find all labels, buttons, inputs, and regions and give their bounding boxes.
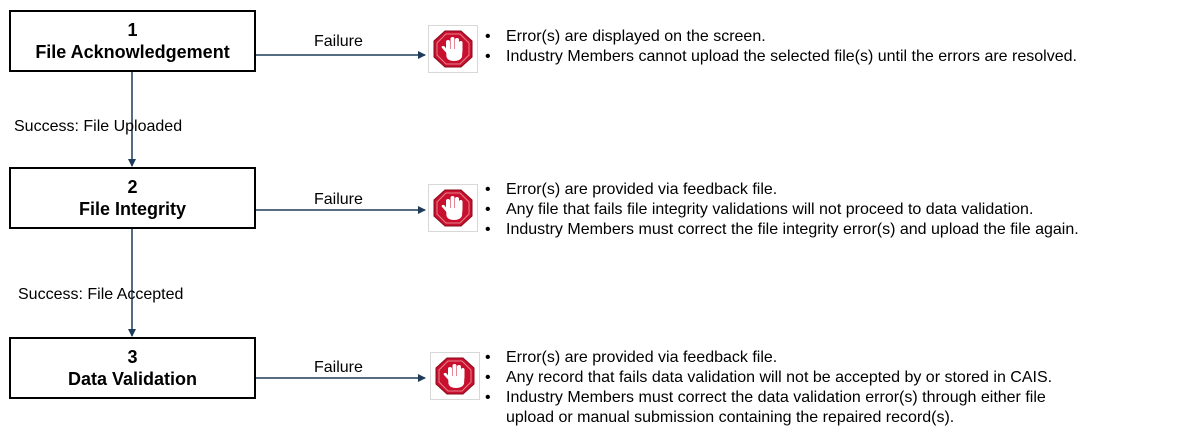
success-label-file-uploaded: Success: File Uploaded: [14, 118, 183, 135]
step-number: 1: [127, 20, 138, 40]
step-title: File Integrity: [78, 199, 186, 219]
list-item: Any file that fails file integrity valid…: [485, 200, 1079, 220]
step-title: Data Validation: [67, 369, 198, 389]
stop-hand-icon: [428, 25, 478, 73]
failure-label: Failure: [314, 191, 363, 208]
list-item: Error(s) are displayed on the screen.: [485, 27, 1077, 47]
step-box-data-validation: 3 Data Validation: [9, 337, 256, 399]
failure-details-2: Error(s) are provided via feedback file.…: [485, 180, 1079, 240]
list-item: Error(s) are provided via feedback file.: [485, 348, 1052, 368]
success-label-file-accepted: Success: File Accepted: [18, 286, 184, 303]
list-item: Any record that fails data validation wi…: [485, 368, 1052, 388]
step-title: File Acknowledgement: [35, 42, 230, 62]
failure-details-1: Error(s) are displayed on the screen. In…: [485, 27, 1077, 67]
step-box-file-integrity: 2 File Integrity: [9, 167, 256, 229]
stop-hand-icon: [430, 352, 480, 400]
list-item-continuation: upload or manual submission containing t…: [506, 409, 955, 426]
list-item: Industry Members must correct the file i…: [485, 220, 1079, 240]
list-item: Industry Members cannot upload the selec…: [485, 47, 1077, 67]
step-box-file-acknowledgement: 1 File Acknowledgement: [9, 10, 256, 72]
stop-hand-icon: [428, 184, 478, 232]
step-number: 3: [127, 347, 138, 367]
failure-label: Failure: [314, 359, 363, 376]
step-number: 2: [127, 177, 138, 197]
list-item: Industry Members must correct the data v…: [485, 388, 1052, 408]
list-item: Error(s) are provided via feedback file.: [485, 180, 1079, 200]
failure-details-3: Error(s) are provided via feedback file.…: [485, 348, 1052, 428]
failure-label: Failure: [314, 33, 363, 50]
